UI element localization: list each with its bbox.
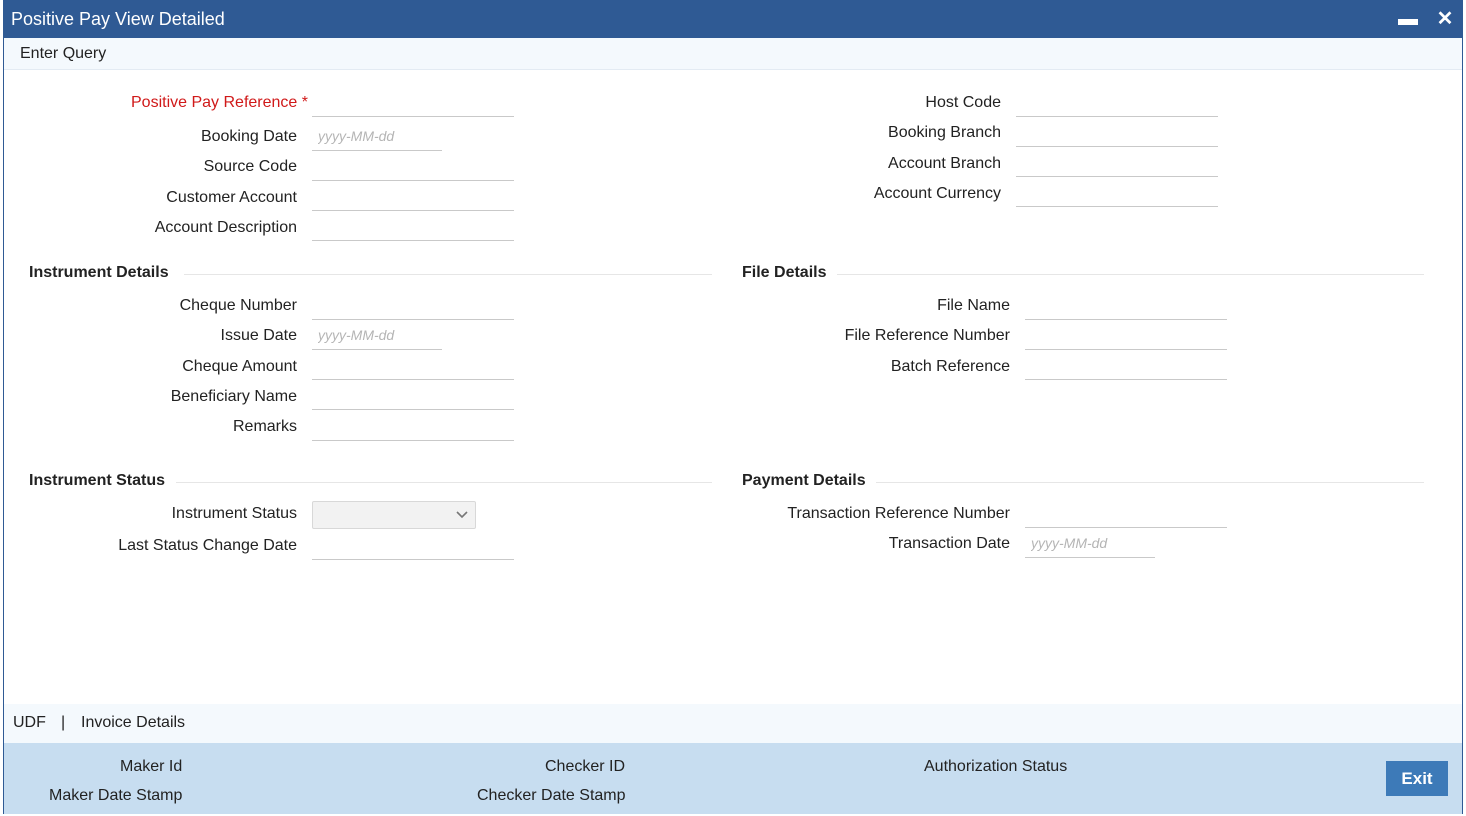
account-currency-label: Account Currency — [873, 185, 1001, 202]
checker-id-label: Checker ID — [545, 758, 626, 775]
remarks-label: Remarks — [232, 418, 297, 435]
positive-pay-reference-label: Positive Pay Reference * — [131, 94, 308, 112]
instrument-status-header: Instrument Status — [29, 472, 166, 489]
maker-date-stamp-label: Maker Date Stamp — [49, 787, 183, 804]
booking-branch-label: Booking Branch — [888, 124, 1001, 141]
beneficiary-name-input[interactable] — [312, 380, 514, 410]
account-description-label: Account Description — [154, 219, 297, 236]
instrument-status-select[interactable] — [312, 501, 476, 529]
issue-date-input[interactable] — [312, 320, 442, 350]
positive-pay-reference-label-text: Positive Pay Reference — [131, 94, 298, 111]
chevron-down-icon — [456, 511, 468, 519]
instrument-status-divider — [176, 482, 712, 483]
audit-panel: Maker Id Maker Date Stamp Checker ID Che… — [4, 743, 1462, 814]
account-branch-input[interactable] — [1016, 147, 1218, 177]
checker-date-stamp-label: Checker Date Stamp — [477, 787, 626, 804]
payment-details-header: Payment Details — [742, 472, 866, 489]
source-code-label: Source Code — [203, 158, 297, 175]
account-branch-label: Account Branch — [888, 155, 1001, 172]
udf-tab[interactable]: UDF — [13, 714, 46, 732]
last-status-change-date-label: Last Status Change Date — [118, 537, 297, 554]
minimize-icon[interactable]: ▬ — [1396, 7, 1420, 31]
file-details-divider — [837, 274, 1424, 275]
invoice-details-tab[interactable]: Invoice Details — [81, 714, 185, 732]
menu-bar: Enter Query — [4, 38, 1462, 70]
transaction-date-label: Transaction Date — [888, 535, 1010, 552]
host-code-input[interactable] — [1016, 87, 1218, 117]
transaction-date-input[interactable] — [1025, 528, 1155, 558]
host-code-label: Host Code — [925, 94, 1001, 111]
required-marker: * — [301, 94, 308, 111]
positive-pay-window: Positive Pay View Detailed ▬ ✕ Enter Que… — [3, 0, 1463, 814]
booking-branch-input[interactable] — [1016, 117, 1218, 147]
cheque-amount-input[interactable] — [312, 350, 514, 380]
instrument-details-header: Instrument Details — [29, 264, 169, 281]
booking-date-input[interactable] — [312, 121, 442, 151]
cheque-amount-label: Cheque Amount — [182, 358, 297, 375]
positive-pay-reference-input[interactable] — [312, 87, 514, 117]
issue-date-label: Issue Date — [220, 327, 297, 344]
exit-button[interactable]: Exit — [1386, 761, 1448, 796]
enter-query-menu-item[interactable]: Enter Query — [20, 45, 106, 63]
instrument-status-label: Instrument Status — [171, 505, 297, 522]
instrument-details-divider — [184, 274, 712, 275]
source-code-input[interactable] — [312, 151, 514, 181]
beneficiary-name-label: Beneficiary Name — [170, 388, 297, 405]
footer-tabs: UDF | Invoice Details — [4, 704, 1462, 743]
cheque-number-input[interactable] — [312, 290, 514, 320]
account-currency-input[interactable] — [1016, 177, 1218, 207]
file-details-header: File Details — [742, 264, 827, 281]
batch-reference-input[interactable] — [1025, 350, 1227, 380]
file-name-input[interactable] — [1025, 290, 1227, 320]
title-bar: Positive Pay View Detailed ▬ ✕ — [4, 1, 1462, 38]
transaction-reference-number-label: Transaction Reference Number — [787, 505, 1010, 522]
remarks-input[interactable] — [312, 411, 514, 441]
file-name-label: File Name — [937, 297, 1010, 314]
transaction-reference-number-input[interactable] — [1025, 498, 1227, 528]
customer-account-input[interactable] — [312, 181, 514, 211]
payment-details-divider — [876, 482, 1424, 483]
window-title: Positive Pay View Detailed — [11, 9, 225, 29]
tab-separator: | — [61, 714, 66, 731]
close-icon[interactable]: ✕ — [1433, 7, 1457, 31]
file-reference-number-label: File Reference Number — [844, 327, 1010, 344]
batch-reference-label: Batch Reference — [890, 358, 1010, 375]
last-status-change-date-input[interactable] — [312, 530, 514, 560]
authorization-status-label: Authorization Status — [924, 758, 1068, 775]
account-description-input[interactable] — [312, 211, 514, 241]
maker-id-label: Maker Id — [120, 758, 183, 775]
file-reference-number-input[interactable] — [1025, 320, 1227, 350]
booking-date-label: Booking Date — [200, 128, 297, 145]
cheque-number-label: Cheque Number — [179, 297, 297, 314]
customer-account-label: Customer Account — [166, 189, 297, 206]
